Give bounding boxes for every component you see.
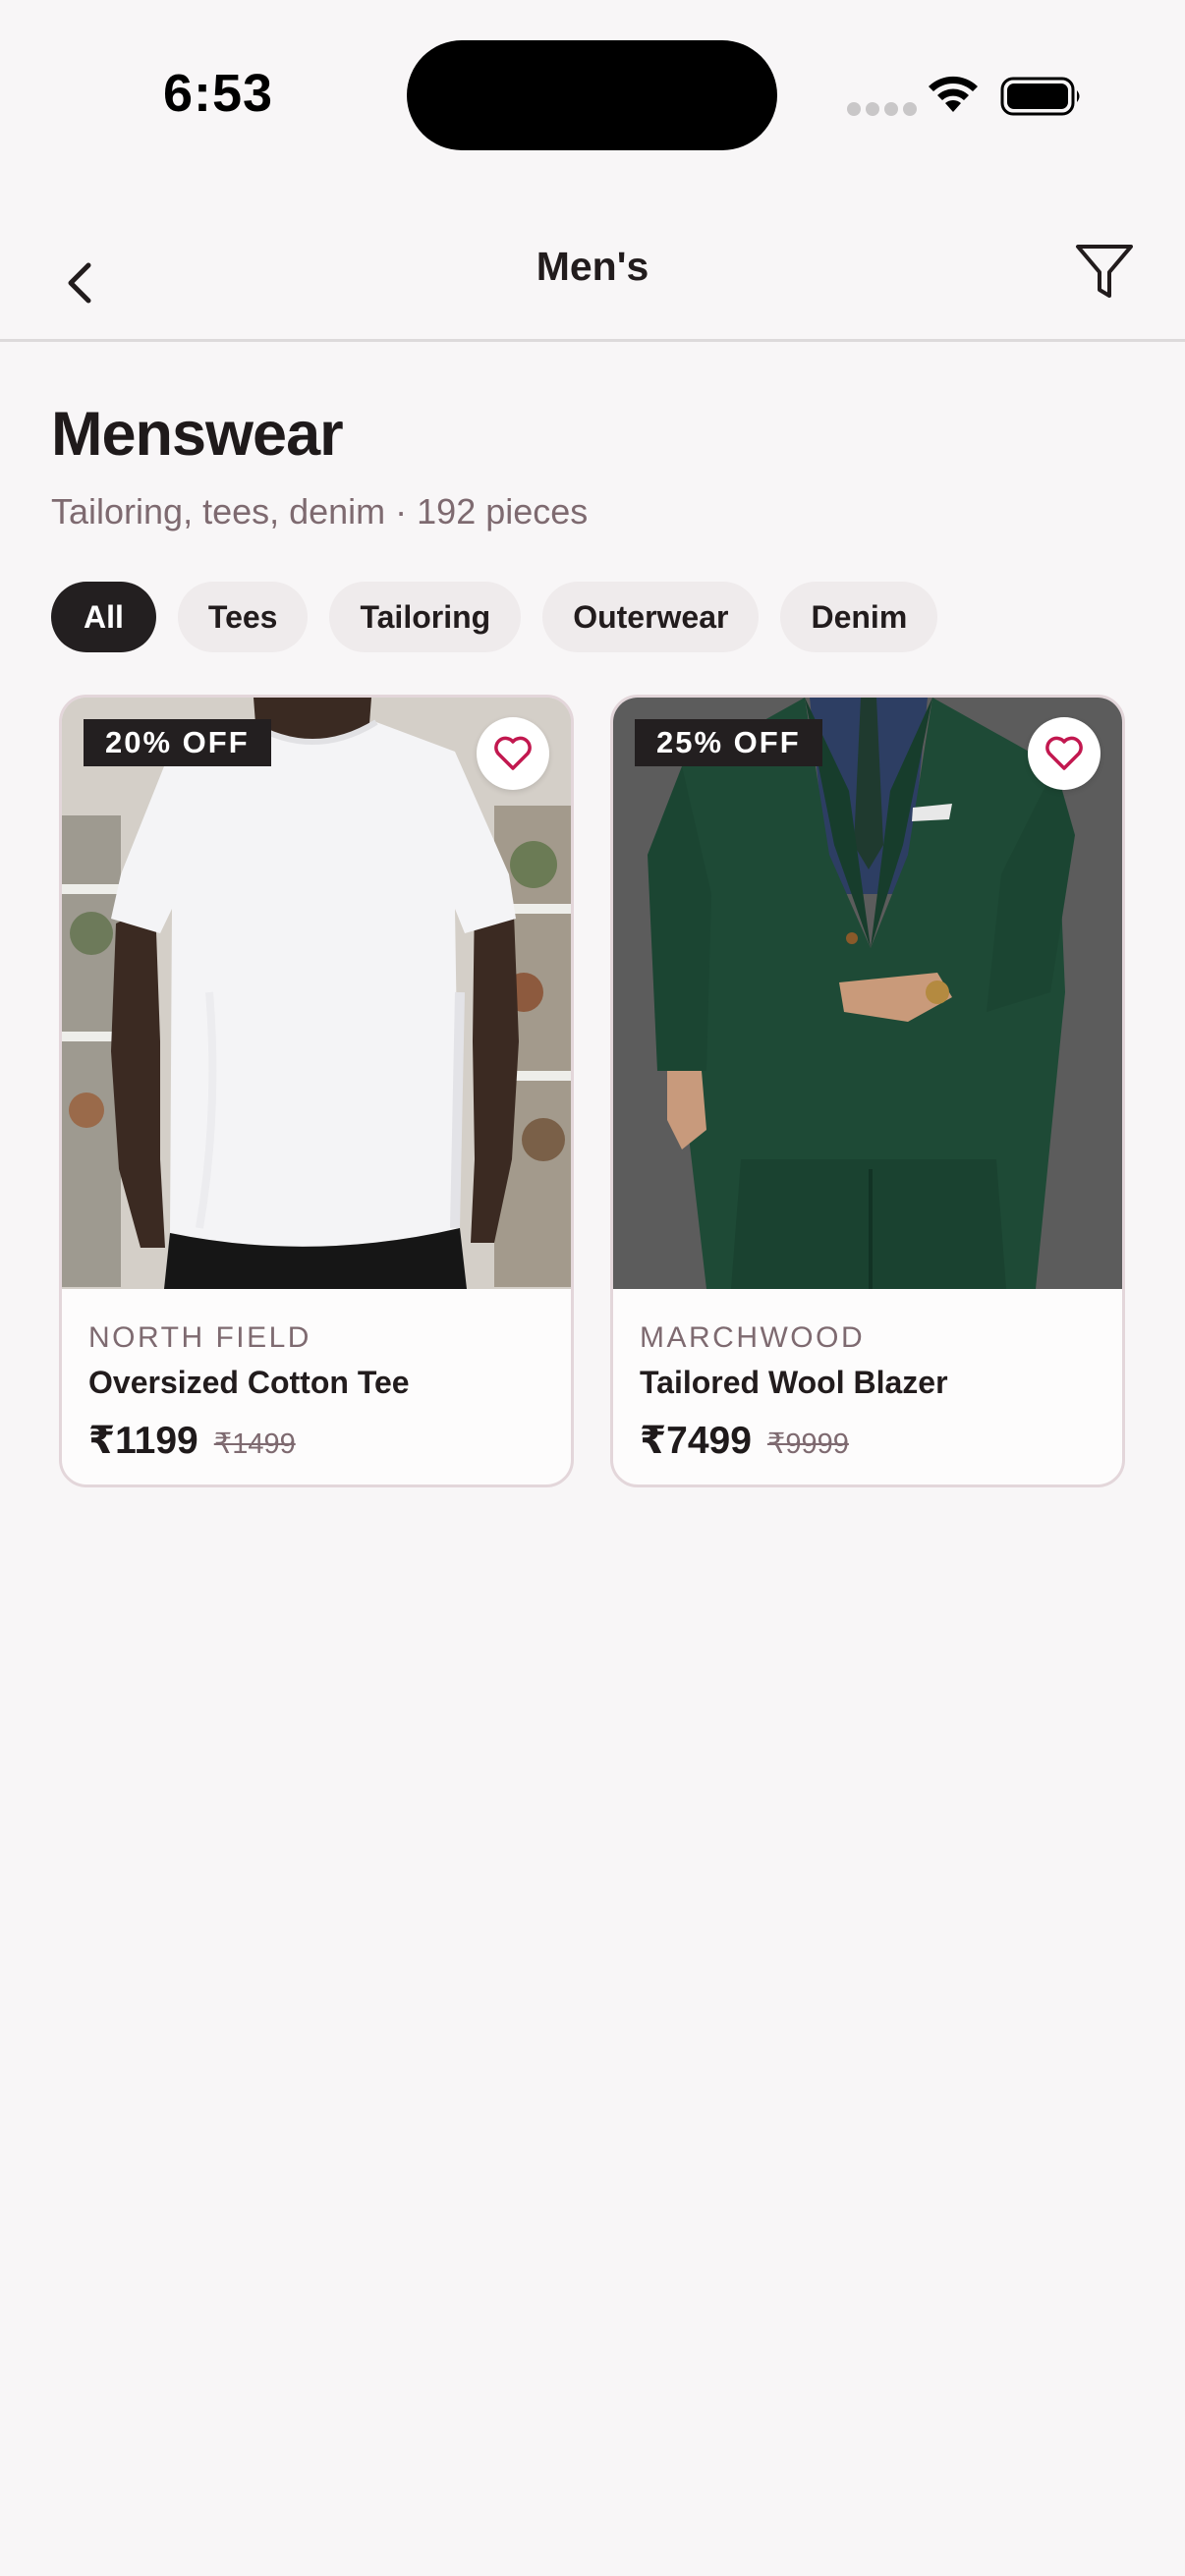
- battery-icon: [1000, 77, 1080, 116]
- product-original-price: ₹1499: [213, 1428, 296, 1460]
- heart-icon: [494, 736, 532, 770]
- filter-button[interactable]: [1066, 236, 1145, 314]
- page-subtitle: Tailoring, tees, denim · 192 pieces: [51, 491, 589, 532]
- wishlist-button[interactable]: [1028, 717, 1100, 790]
- discount-badge: 25% OFF: [635, 719, 822, 766]
- chip-tailoring[interactable]: Tailoring: [329, 582, 522, 652]
- chip-tees[interactable]: Tees: [177, 582, 309, 652]
- filter-icon: [1076, 245, 1133, 298]
- heart-icon: [1045, 736, 1083, 770]
- chip-outerwear[interactable]: Outerwear: [542, 582, 760, 652]
- chip-denim[interactable]: Denim: [780, 582, 938, 652]
- product-image-blazer: 25% OFF: [613, 698, 1122, 1289]
- product-info: NORTH FIELD Oversized Cotton Tee ₹1199 ₹…: [88, 1318, 551, 1463]
- price-row: ₹1199 ₹1499: [88, 1419, 551, 1463]
- product-price: ₹7499: [640, 1420, 752, 1462]
- cellular-signal-icon: [847, 102, 917, 116]
- product-price: ₹1199: [88, 1420, 198, 1462]
- price-row: ₹7499 ₹9999: [640, 1419, 1102, 1463]
- navigation-bar: Men's: [0, 196, 1185, 342]
- product-name: Oversized Cotton Tee: [88, 1365, 410, 1400]
- wishlist-button[interactable]: [477, 717, 549, 790]
- product-card[interactable]: 25% OFF MARCHWOOD Tailored Wool Blazer ₹…: [610, 695, 1125, 1487]
- product-image-tshirt: 20% OFF: [62, 698, 571, 1289]
- category-chips: All Tees Tailoring Outerwear Denim: [51, 582, 938, 652]
- product-brand: NORTH FIELD: [88, 1321, 311, 1354]
- status-time: 6:53: [163, 64, 274, 123]
- page-title: Menswear: [51, 400, 344, 469]
- dynamic-island: [407, 40, 777, 150]
- wifi-icon: [929, 76, 978, 112]
- product-brand: MARCHWOOD: [640, 1321, 866, 1354]
- product-name: Tailored Wool Blazer: [640, 1365, 948, 1400]
- nav-title: Men's: [536, 244, 649, 289]
- discount-badge: 20% OFF: [84, 719, 271, 766]
- chip-all[interactable]: All: [51, 582, 156, 652]
- status-bar: 6:53: [0, 0, 1185, 177]
- product-original-price: ₹9999: [766, 1428, 849, 1460]
- product-card[interactable]: 20% OFF NORTH FIELD Oversized Cotton Tee…: [59, 695, 574, 1487]
- product-info: MARCHWOOD Tailored Wool Blazer ₹7499 ₹99…: [640, 1318, 1102, 1463]
